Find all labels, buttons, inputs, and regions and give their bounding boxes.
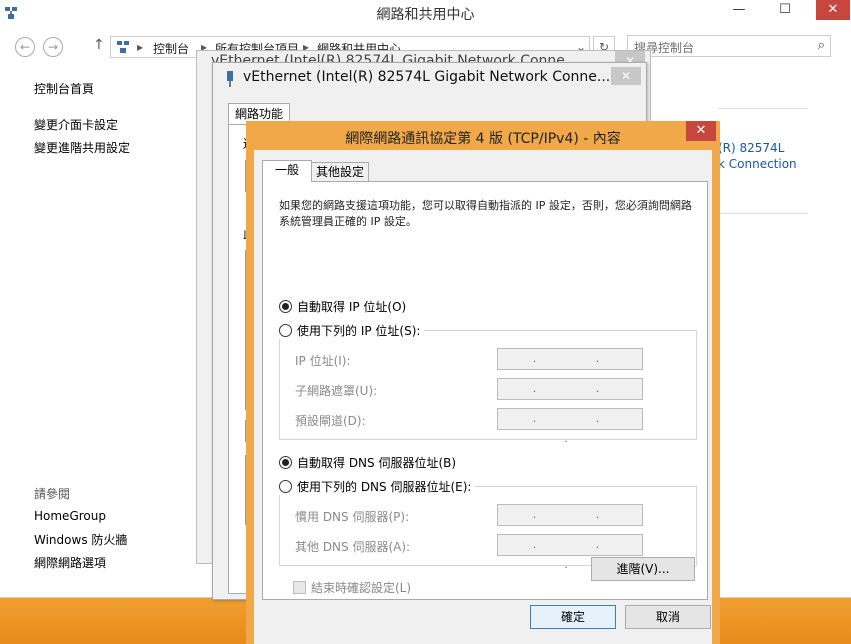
tab-general[interactable]: 一般 (262, 160, 312, 182)
sidebar-item-change-advanced-sharing[interactable]: 變更進階共用設定 (34, 139, 130, 156)
see-also-internet-options[interactable]: 網際網路選項 (34, 554, 106, 571)
radio-unselected-icon (279, 480, 292, 493)
minimize-button[interactable]: — (724, 0, 754, 20)
tab-alternate-configuration[interactable]: 其他設定 (311, 162, 369, 182)
description-text: 如果您的網路支援這項功能，您可以取得自動指派的 IP 設定，否則，您必須詢問網路… (279, 199, 692, 228)
preferred-dns-label: 慣用 DNS 伺服器(P): (295, 510, 410, 524)
adapter-link-line: k Connection (718, 157, 797, 171)
search-input[interactable]: 搜尋控制台 ⌕ (627, 35, 831, 57)
close-button[interactable]: ✕ (686, 121, 716, 141)
sidebar-item-control-panel-home[interactable]: 控制台首頁 (34, 80, 94, 97)
ip-address-input: . . . (497, 348, 643, 385)
close-button[interactable]: ✕ (611, 67, 641, 85)
ok-button[interactable]: 確定 (530, 605, 616, 629)
alternate-dns-input: . . . (497, 534, 643, 571)
maximize-button[interactable]: ☐ (770, 0, 800, 20)
up-button[interactable]: ↑ (93, 37, 105, 53)
forward-button[interactable]: → (43, 37, 63, 57)
general-tab-panel: 如果您的網路支援這項功能，您可以取得自動指派的 IP 設定，否則，您必須詢問網路… (262, 181, 708, 600)
radio-label: 使用下列的 DNS 伺服器位址(E): (297, 480, 472, 494)
breadcrumb-separator-icon: ▸ (137, 40, 144, 54)
checkbox-label: 結束時確認設定(L) (311, 581, 412, 595)
radio-obtain-dns-auto[interactable]: 自動取得 DNS 伺服器位址(B) (279, 454, 456, 471)
subnet-mask-label: 子網路遮罩(U): (295, 384, 378, 398)
radio-use-dns[interactable]: 使用下列的 DNS 伺服器位址(E): (279, 478, 476, 495)
dialog-title: 網際網路通訊協定第 4 版 (TCP/IPv4) - 內容 (345, 131, 621, 147)
window-title: vEthernet (Intel(R) 82574L Gigabit Netwo… (243, 69, 611, 85)
radio-unselected-icon (279, 324, 292, 337)
checkbox-icon (293, 581, 306, 594)
alternate-dns-label: 其他 DNS 伺服器(A): (295, 540, 411, 554)
radio-obtain-ip-auto[interactable]: 自動取得 IP 位址(O) (279, 298, 406, 315)
radio-label: 使用下列的 IP 位址(S): (297, 324, 421, 338)
network-adapter-icon (227, 71, 233, 87)
cancel-button[interactable]: 取消 (625, 605, 711, 629)
radio-label: 自動取得 DNS 伺服器位址(B) (297, 456, 457, 470)
tcpip-properties-dialog: 網際網路通訊協定第 4 版 (TCP/IPv4) - 內容 ✕ 其他設定 一般 … (246, 121, 720, 644)
subnet-mask-input: . . . (497, 378, 643, 415)
advanced-button[interactable]: 進階(V)... (591, 557, 695, 581)
breadcrumb-item[interactable]: 控制台 (153, 40, 189, 57)
preferred-dns-input: . . . (497, 504, 643, 541)
radio-label: 自動取得 IP 位址(O) (297, 300, 407, 314)
radio-use-ip[interactable]: 使用下列的 IP 位址(S): (279, 322, 425, 339)
default-gateway-input: . . . (497, 408, 643, 445)
ip-address-label: IP 位址(I): (295, 354, 351, 368)
see-also-homegroup[interactable]: HomeGroup (34, 509, 106, 523)
radio-selected-icon (279, 456, 292, 469)
control-panel-icon (117, 41, 129, 53)
divider (718, 108, 808, 109)
default-gateway-label: 預設閘道(D): (295, 414, 366, 428)
radio-selected-icon (279, 300, 292, 313)
dialog-body: 其他設定 一般 如果您的網路支援這項功能，您可以取得自動指派的 IP 設定，否則… (254, 150, 712, 644)
adapter-link[interactable]: (R) 82574L k Connection (718, 140, 797, 172)
search-icon[interactable]: ⌕ (818, 38, 825, 53)
see-also-heading: 請參閱 (34, 487, 71, 501)
adapter-link-line: (R) 82574L (718, 141, 785, 155)
validate-on-exit-checkbox: 結束時確認設定(L) (293, 579, 411, 596)
divider (718, 213, 808, 214)
back-button[interactable]: ← (15, 37, 35, 57)
close-button[interactable]: ✕ (816, 0, 850, 20)
title-bar[interactable]: 網路和共用中心 — ☐ ✕ (0, 0, 851, 28)
see-also-firewall[interactable]: Windows 防火牆 (34, 531, 127, 548)
sidebar-item-change-adapter-settings[interactable]: 變更介面卡設定 (34, 116, 118, 133)
